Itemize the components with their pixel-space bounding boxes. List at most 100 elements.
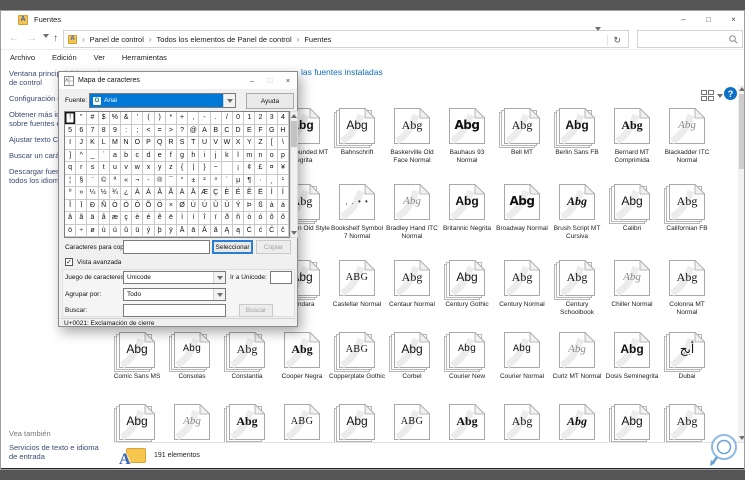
font-tile[interactable]: AbgBaskerville Old Face Normal (385, 108, 439, 165)
maximize-button[interactable]: □ (696, 11, 721, 28)
char-cell[interactable]: Ò (110, 200, 121, 213)
char-cell[interactable]: ³ (211, 175, 222, 188)
char-cell[interactable]: Ú (199, 200, 210, 213)
char-cell[interactable]: ó (255, 212, 266, 225)
char-cell[interactable]: À (132, 187, 143, 200)
char-cell[interactable]: v (121, 162, 132, 175)
back-button[interactable]: ← (9, 31, 19, 47)
char-cell[interactable]: h (188, 150, 199, 163)
char-cell[interactable]: ¸ (267, 175, 278, 188)
char-cell[interactable]: f (166, 150, 177, 163)
char-cell[interactable]: í (188, 212, 199, 225)
char-cell[interactable]: 3 (267, 112, 278, 125)
char-cell[interactable]: Ä (177, 187, 188, 200)
menu-item-herramientas[interactable]: Herramientas (122, 53, 167, 62)
address-dropdown-icon[interactable] (595, 31, 601, 49)
scrollbar-thumb[interactable] (739, 94, 745, 169)
char-cell[interactable]: z (166, 162, 177, 175)
char-cell[interactable]: ¦ (65, 175, 76, 188)
grid-scroll-thumb[interactable] (291, 121, 297, 147)
char-cell[interactable]: O (132, 137, 143, 150)
char-cell[interactable]: ú (110, 225, 121, 238)
char-cell[interactable]: b (121, 150, 132, 163)
char-cell[interactable]: S (177, 137, 188, 150)
char-cell[interactable]: r (76, 162, 87, 175)
menu-item-edición[interactable]: Edición (52, 53, 77, 62)
font-tile[interactable]: AbgBahnschrift (330, 108, 384, 157)
char-cell[interactable]: * (166, 112, 177, 125)
char-cell[interactable]: > (166, 125, 177, 138)
font-tile[interactable]: AbgCalifornian FB (660, 184, 714, 233)
dialog-close-button[interactable]: × (279, 72, 297, 89)
char-cell[interactable]: ( (143, 112, 154, 125)
font-tile[interactable]: AbgBritannic Negrita (440, 184, 494, 233)
char-cell[interactable]: × (166, 200, 177, 213)
char-cell[interactable]: â (65, 212, 76, 225)
forward-button[interactable]: → (27, 31, 37, 47)
font-tile[interactable]: AbgChiller Normal (605, 260, 659, 309)
char-cell[interactable]: é (143, 212, 154, 225)
dialog-minimize-button[interactable]: – (243, 72, 261, 89)
char-cell[interactable]: ? (177, 125, 188, 138)
font-tile[interactable]: AbgCorbel (385, 332, 439, 381)
char-cell[interactable]: Ì (267, 187, 278, 200)
grid-scroll-down-icon[interactable] (291, 231, 297, 235)
char-cell[interactable]: a (110, 150, 121, 163)
char-cell[interactable]: ñ (233, 212, 244, 225)
char-cell[interactable]: t (99, 162, 110, 175)
char-cell[interactable]: Ā (177, 225, 188, 238)
font-tile[interactable]: AbgCooper Negra (275, 332, 329, 381)
char-cell[interactable]: T (188, 137, 199, 150)
char-cell[interactable]: ù (99, 225, 110, 238)
breadcrumb-item[interactable]: Todos los elementos de Panel de control (157, 35, 292, 44)
char-cell[interactable]: - (199, 112, 210, 125)
char-cell[interactable]: 5 (65, 125, 76, 138)
char-cell[interactable]: x (143, 162, 154, 175)
char-cell[interactable]: c (132, 150, 143, 163)
minimize-button[interactable]: – (671, 11, 696, 28)
char-cell[interactable]: ô (267, 212, 278, 225)
char-cell[interactable]: û (121, 225, 132, 238)
char-cell[interactable]: P (143, 137, 154, 150)
scroll-down-icon[interactable] (739, 436, 745, 440)
char-cell[interactable]: 2 (255, 112, 266, 125)
char-cell[interactable]: ¹ (278, 175, 289, 188)
char-cell[interactable]: ß (255, 200, 266, 213)
char-cell[interactable]: ã (76, 212, 87, 225)
font-tile[interactable]: AbgCentaur Normal (385, 260, 439, 309)
char-cell[interactable]: u (110, 162, 121, 175)
char-cell[interactable]: ð (222, 212, 233, 225)
char-cell[interactable]: Î (65, 200, 76, 213)
char-cell[interactable]: ø (87, 225, 98, 238)
char-cell[interactable]: ï (211, 212, 222, 225)
font-tile[interactable]: AbgColonna MT Normal (660, 260, 714, 317)
char-cell[interactable]: < (143, 125, 154, 138)
char-cell[interactable]: ¬ (132, 175, 143, 188)
char-cell[interactable]: ' (132, 112, 143, 125)
char-cell[interactable]: ~ (211, 162, 222, 175)
char-cell[interactable]: Ą (222, 225, 233, 238)
char-cell[interactable]: Þ (244, 200, 255, 213)
char-cell[interactable]: } (199, 162, 210, 175)
char-cell[interactable]: Á (143, 187, 154, 200)
char-cell[interactable]: Ç (211, 187, 222, 200)
char-cell[interactable]: ê (155, 212, 166, 225)
char-cell[interactable]: Z (255, 137, 266, 150)
char-cell[interactable]: ¼ (87, 187, 98, 200)
char-cell[interactable]: 0 (233, 112, 244, 125)
char-cell[interactable]: % (110, 112, 121, 125)
char-cell[interactable]: ä (87, 212, 98, 225)
char-cell[interactable]: 6 (76, 125, 87, 138)
font-tile[interactable]: AbgCentury Gothic (440, 260, 494, 309)
copy-button[interactable]: Copiar (256, 240, 291, 254)
font-tile[interactable]: AbgBell MT (495, 108, 549, 157)
dialog-search-button[interactable]: Buscar (239, 304, 273, 317)
char-cell[interactable]: ² (199, 175, 210, 188)
char-cell[interactable]: " (76, 112, 87, 125)
char-cell[interactable]: Ö (155, 200, 166, 213)
char-cell[interactable]: N (121, 137, 132, 150)
char-cell[interactable]: K (87, 137, 98, 150)
char-cell[interactable]: ± (188, 175, 199, 188)
char-cell[interactable]: è (132, 212, 143, 225)
char-cell[interactable]: R (166, 137, 177, 150)
